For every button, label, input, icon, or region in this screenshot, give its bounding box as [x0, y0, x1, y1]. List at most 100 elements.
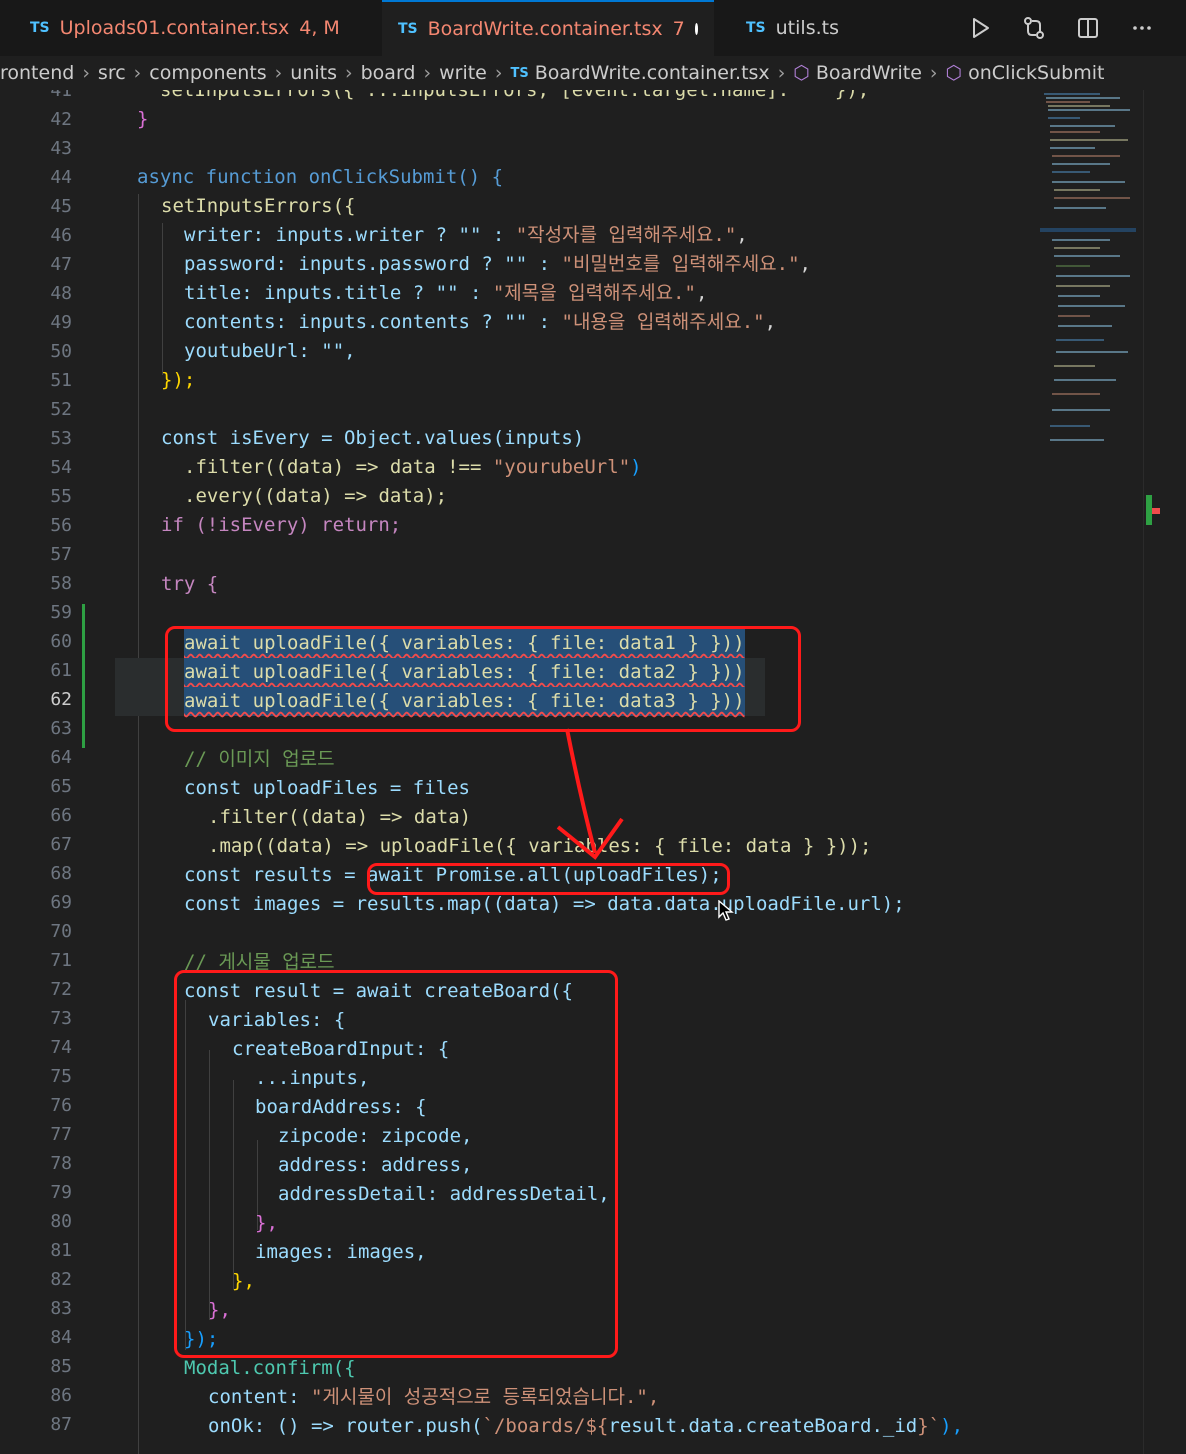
line-number: 59 [50, 602, 72, 623]
line-number: 53 [50, 428, 72, 449]
code-line: contents: inputs.contents ? "" : "내용을 입력… [184, 311, 777, 333]
tab-utils[interactable]: TS utils.ts [730, 0, 855, 56]
line-number: 58 [50, 573, 72, 594]
tab-problem-badge: 4, M [299, 17, 340, 39]
annotation-arrow [556, 728, 624, 860]
line-number: 47 [50, 254, 72, 275]
breadcrumb-folder[interactable]: board [361, 62, 416, 84]
code-line: }); [161, 369, 196, 391]
annotation-box-create-board [174, 970, 618, 1358]
line-number: 41 [50, 90, 72, 101]
breadcrumb: rontend › src › components › units › boa… [0, 56, 1186, 90]
line-number: 77 [50, 1124, 72, 1145]
code-line: if (!isEvery) return; [161, 514, 402, 536]
line-number: 66 [50, 805, 72, 826]
tab-label: utils.ts [775, 17, 839, 39]
tab-boardwrite-container[interactable]: TS BoardWrite.container.tsx 7 [382, 0, 714, 56]
code-line: .filter((data) => data) [208, 806, 472, 828]
line-number: 67 [50, 834, 72, 855]
split-editor-icon[interactable] [1072, 12, 1104, 44]
code-line: title: inputs.title ? "" : "제목을 입력해주세요."… [184, 282, 708, 304]
breadcrumb-folder[interactable]: src [98, 62, 126, 84]
typescript-file-icon: TS [398, 21, 418, 37]
breadcrumb-symbol[interactable]: ⬡ onClickSubmit [946, 62, 1105, 84]
line-number: 84 [50, 1327, 72, 1348]
line-number: 44 [50, 167, 72, 188]
code-line: password: inputs.password ? "" : "비밀번호를 … [184, 253, 811, 275]
editor-tab-bar: TS Uploads01.container.tsx 4, M TS Board… [0, 0, 1186, 57]
breadcrumb-symbol[interactable]: ⬡ BoardWrite [793, 62, 922, 84]
compare-changes-icon[interactable] [1018, 12, 1050, 44]
line-number: 72 [50, 979, 72, 1000]
minimap[interactable] [1040, 90, 1140, 450]
line-number: 48 [50, 283, 72, 304]
line-number: 85 [50, 1356, 72, 1377]
indent-guide [162, 223, 163, 375]
tab-uploads01[interactable]: TS Uploads01.container.tsx 4, M [14, 0, 356, 56]
code-line: .every((data) => data); [184, 485, 448, 507]
unsaved-dot-icon[interactable] [694, 23, 698, 35]
breadcrumb-file[interactable]: TS BoardWrite.container.tsx [510, 62, 769, 84]
line-number: 62 [50, 689, 72, 710]
error-marker [1152, 508, 1160, 514]
line-number: 68 [50, 863, 72, 884]
line-number: 81 [50, 1240, 72, 1261]
more-actions-icon[interactable] [1126, 12, 1158, 44]
code-line: setInputsErrors({ ...inputsErrors, [even… [160, 90, 870, 101]
chevron-right-icon: › [82, 62, 90, 84]
breadcrumb-folder[interactable]: units [290, 62, 337, 84]
code-line: async function onClickSubmit() { [137, 166, 504, 188]
breadcrumb-folder[interactable]: components [149, 62, 266, 84]
line-number: 42 [50, 109, 72, 130]
line-number: 78 [50, 1153, 72, 1174]
line-number: 56 [50, 515, 72, 536]
line-number: 73 [50, 1008, 72, 1029]
line-number: 65 [50, 776, 72, 797]
chevron-right-icon: › [345, 62, 353, 84]
code-comment: // 이미지 업로드 [184, 748, 335, 770]
chevron-right-icon: › [423, 62, 432, 84]
tab-label: BoardWrite.container.tsx [427, 18, 663, 40]
annotation-box-sequential-uploads [165, 626, 801, 732]
line-number: 50 [50, 341, 72, 362]
line-number: 76 [50, 1095, 72, 1116]
vertical-scrollbar[interactable] [1143, 90, 1160, 1454]
line-number-gutter: 41 42 43 44 45 46 47 48 49 50 51 52 53 54 55 56 57 58 59 60… [0, 90, 100, 1454]
cube-symbol-icon: ⬡ [945, 62, 963, 84]
chevron-right-icon: › [494, 62, 503, 84]
code-line: setInputsErrors({ [161, 195, 356, 217]
chevron-right-icon: › [133, 62, 142, 84]
code-editor[interactable]: 41 42 43 44 45 46 47 48 49 50 51 52 53 54 55 56 57 58 59 60… [0, 90, 1186, 1454]
line-number: 52 [50, 399, 72, 420]
breadcrumb-folder[interactable]: write [439, 62, 487, 84]
line-number: 82 [50, 1269, 72, 1290]
tab-label: Uploads01.container.tsx [59, 17, 290, 39]
breadcrumb-folder[interactable]: rontend [0, 62, 74, 84]
line-number: 46 [50, 225, 72, 246]
chevron-right-icon: › [777, 62, 786, 84]
code-line: } [137, 108, 149, 130]
line-number: 63 [50, 718, 72, 739]
line-number: 87 [50, 1414, 72, 1435]
line-number: 79 [50, 1182, 72, 1203]
mouse-pointer-icon [718, 899, 734, 927]
line-number: 74 [50, 1037, 72, 1058]
line-number: 49 [50, 312, 72, 333]
code-line: content: "게시물이 성공적으로 등록되었습니다.", [208, 1386, 660, 1408]
line-number: 60 [50, 631, 72, 652]
typescript-file-icon: TS [30, 20, 50, 36]
line-number: 80 [50, 1211, 72, 1232]
editor-actions [964, 0, 1158, 56]
code-line: try { [161, 573, 219, 595]
line-number: 70 [50, 921, 72, 942]
line-number: 75 [50, 1066, 72, 1087]
cube-symbol-icon: ⬡ [793, 62, 810, 84]
typescript-file-icon: TS [746, 20, 766, 36]
run-icon[interactable] [964, 12, 996, 44]
line-number: 61 [50, 660, 72, 681]
line-number: 86 [50, 1385, 72, 1406]
line-number: 71 [50, 950, 72, 971]
line-number: 55 [50, 486, 72, 507]
line-number: 64 [50, 747, 72, 768]
git-change-indicator [82, 604, 85, 748]
